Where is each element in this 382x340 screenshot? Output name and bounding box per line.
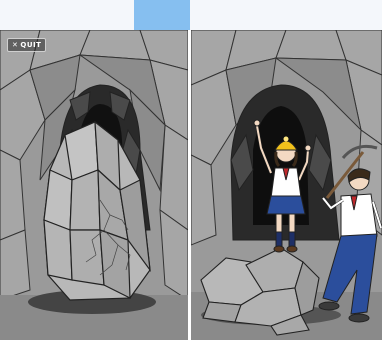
top-bar-middle — [134, 0, 190, 30]
quit-label: QUIT — [20, 41, 42, 49]
scene-after-art — [191, 30, 382, 340]
scene-before-art — [0, 30, 188, 340]
quit-button[interactable]: ✕ QUIT — [7, 38, 47, 52]
scene-before-panel — [0, 30, 188, 340]
scene-after-panel — [191, 30, 382, 340]
top-bar-right — [190, 0, 382, 30]
top-bar-left — [0, 0, 134, 30]
top-bar — [0, 0, 382, 30]
close-icon: ✕ — [12, 40, 19, 49]
